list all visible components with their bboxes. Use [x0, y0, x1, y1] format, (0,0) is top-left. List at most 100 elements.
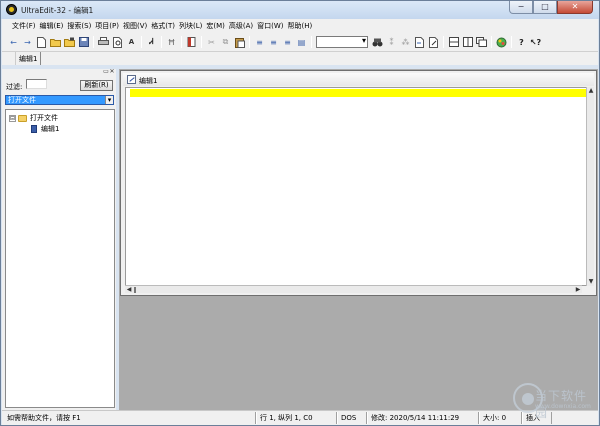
toolbar-separator	[249, 36, 250, 48]
chevron-down-icon[interactable]: ▾	[105, 96, 113, 104]
toolbar-separator	[181, 36, 182, 48]
file-view-selector-value: 打开文件	[8, 96, 36, 104]
find-icon[interactable]: Ꮧ	[146, 37, 157, 48]
app-window: UltraEdit-32 - 编辑1 − □ ✕ 文件(F) 编辑(E) 搜索(…	[0, 0, 600, 426]
justify-icon[interactable]: ▤	[296, 37, 307, 48]
save-icon[interactable]	[78, 37, 89, 48]
menu-window[interactable]: 窗口(W)	[257, 21, 287, 31]
print-preview-icon[interactable]	[112, 36, 123, 48]
horizontal-scrollbar[interactable]: ◀ ▶	[125, 285, 582, 293]
status-help: 如需帮助文件，请按 F1	[4, 412, 256, 424]
toolbar-separator	[511, 36, 512, 48]
filter-input[interactable]	[26, 79, 47, 89]
close-button[interactable]: ✕	[557, 1, 593, 14]
file-tree: ⊟ 打开文件 编辑1	[5, 109, 115, 408]
cut-icon[interactable]: ✂	[206, 37, 217, 48]
menu-view[interactable]: 视图(V)	[123, 21, 151, 31]
status-modified: 修改: 2020/5/14 11:11:29	[367, 412, 479, 424]
menu-project[interactable]: 项目(P)	[95, 21, 123, 31]
toolbar: ← → A Ꮧ Ħ ✂ ⧉ ≡ ≡ ≡ ▤ ▾ ⁑ ⁂ ? ↖?	[2, 33, 598, 51]
find-in-files-icon[interactable]: ⁂	[400, 37, 411, 48]
editor-text-area[interactable]	[125, 87, 590, 286]
document-icon	[31, 125, 37, 133]
toolbar-separator	[141, 36, 142, 48]
toolbar-separator	[491, 36, 492, 48]
tab-edit1[interactable]: 编辑1	[15, 52, 42, 65]
new-file-icon[interactable]	[36, 36, 47, 48]
open-lock-icon[interactable]	[64, 37, 75, 48]
scroll-up-icon[interactable]: ▲	[587, 87, 595, 95]
context-help-icon[interactable]: ↖?	[530, 37, 541, 48]
find-next-icon[interactable]: ⁑	[386, 37, 397, 48]
editor-window: 编辑1 ▲ ▼ ◀ ▶	[120, 70, 597, 296]
align-center-icon[interactable]: ≡	[268, 37, 279, 48]
folder-icon	[18, 114, 27, 122]
scroll-left-icon[interactable]: ◀	[125, 286, 133, 294]
split-horizontal-icon[interactable]	[448, 37, 459, 48]
tree-node-edit1[interactable]: 编辑1	[31, 124, 59, 134]
back-arrow-icon[interactable]: ←	[8, 37, 19, 48]
split-vertical-icon[interactable]	[462, 37, 473, 48]
paste-icon[interactable]	[234, 37, 245, 48]
window-title: UltraEdit-32 - 编辑1	[21, 6, 94, 15]
copy-icon[interactable]: ⧉	[220, 37, 231, 48]
help-icon[interactable]: ?	[516, 37, 527, 48]
window-controls: − □ ✕	[509, 1, 593, 15]
file-view-selector[interactable]: 打开文件 ▾	[5, 95, 114, 105]
menu-search[interactable]: 搜索(S)	[67, 21, 95, 31]
vertical-scrollbar[interactable]: ▲ ▼	[586, 87, 594, 286]
document-tab-bar: 编辑1	[2, 51, 598, 65]
binoculars-icon[interactable]	[372, 37, 383, 48]
ultraedit-logo-icon[interactable]	[6, 4, 17, 15]
align-left-icon[interactable]: ≡	[254, 37, 265, 48]
bookmark-icon[interactable]	[186, 37, 197, 48]
toolbar-separator	[93, 36, 94, 48]
refresh-button[interactable]: 刷新(R)	[80, 80, 113, 91]
replace-icon[interactable]	[414, 36, 425, 48]
menu-edit[interactable]: 编辑(E)	[40, 21, 68, 31]
scroll-right-icon[interactable]: ▶	[574, 286, 582, 294]
forward-arrow-icon[interactable]: →	[22, 37, 33, 48]
watermark-url: www.downxia.com	[535, 403, 591, 410]
tree-node-open-files[interactable]: ⊟ 打开文件	[9, 113, 58, 123]
menu-format[interactable]: 格式(T)	[151, 21, 179, 31]
maximize-button[interactable]: □	[533, 1, 557, 14]
document-edit-icon	[127, 75, 136, 84]
toolbar-separator	[311, 36, 312, 48]
menu-advanced[interactable]: 高级(A)	[229, 21, 257, 31]
minimize-button[interactable]: −	[509, 1, 533, 14]
title-bar: UltraEdit-32 - 编辑1 − □ ✕	[1, 1, 599, 19]
watermark: 当下软件园 www.downxia.com	[501, 383, 597, 420]
editor-title-bar[interactable]: 编辑1	[123, 73, 594, 86]
tree-expander-icon[interactable]: ⊟	[9, 114, 16, 122]
open-folder-icon[interactable]	[50, 37, 61, 48]
word-wrap-icon[interactable]: Ħ	[166, 37, 177, 48]
color-icon[interactable]	[496, 37, 507, 48]
filter-label: 过滤:	[6, 83, 23, 91]
tree-node-label: 编辑1	[41, 125, 60, 133]
print-icon[interactable]	[98, 37, 109, 48]
menu-column[interactable]: 列块(L)	[179, 21, 206, 31]
align-right-icon[interactable]: ≡	[282, 37, 293, 48]
menu-file[interactable]: 文件(F)	[12, 21, 40, 31]
tree-node-label: 打开文件	[30, 114, 58, 122]
status-line-ending: DOS	[337, 412, 367, 424]
menu-macro[interactable]: 宏(M)	[206, 21, 229, 31]
editor-title: 编辑1	[139, 77, 158, 85]
toolbar-separator	[201, 36, 202, 48]
window-icon[interactable]	[476, 37, 487, 48]
menu-help[interactable]: 帮助(H)	[288, 21, 317, 31]
status-position: 行 1, 纵列 1, C0	[256, 412, 337, 424]
file-view-panel: ▭ ✕ 过滤: 刷新(R) 打开文件 ▾ ⊟ 打开文件 编辑1	[2, 69, 116, 410]
current-line-highlight	[130, 89, 589, 97]
panel-header: ▭ ✕	[2, 69, 116, 75]
scroll-down-icon[interactable]: ▼	[587, 278, 595, 286]
toolbar-combo[interactable]	[316, 36, 368, 48]
toolbar-separator	[161, 36, 162, 48]
goto-icon[interactable]	[428, 36, 439, 48]
toolbar-separator	[443, 36, 444, 48]
menu-bar: 文件(F) 编辑(E) 搜索(S) 项目(P) 视图(V) 格式(T) 列块(L…	[2, 19, 598, 33]
font-a-icon[interactable]: A	[126, 37, 137, 48]
scroll-thumb[interactable]	[134, 287, 136, 293]
panel-close-icon[interactable]: ✕	[109, 69, 115, 75]
